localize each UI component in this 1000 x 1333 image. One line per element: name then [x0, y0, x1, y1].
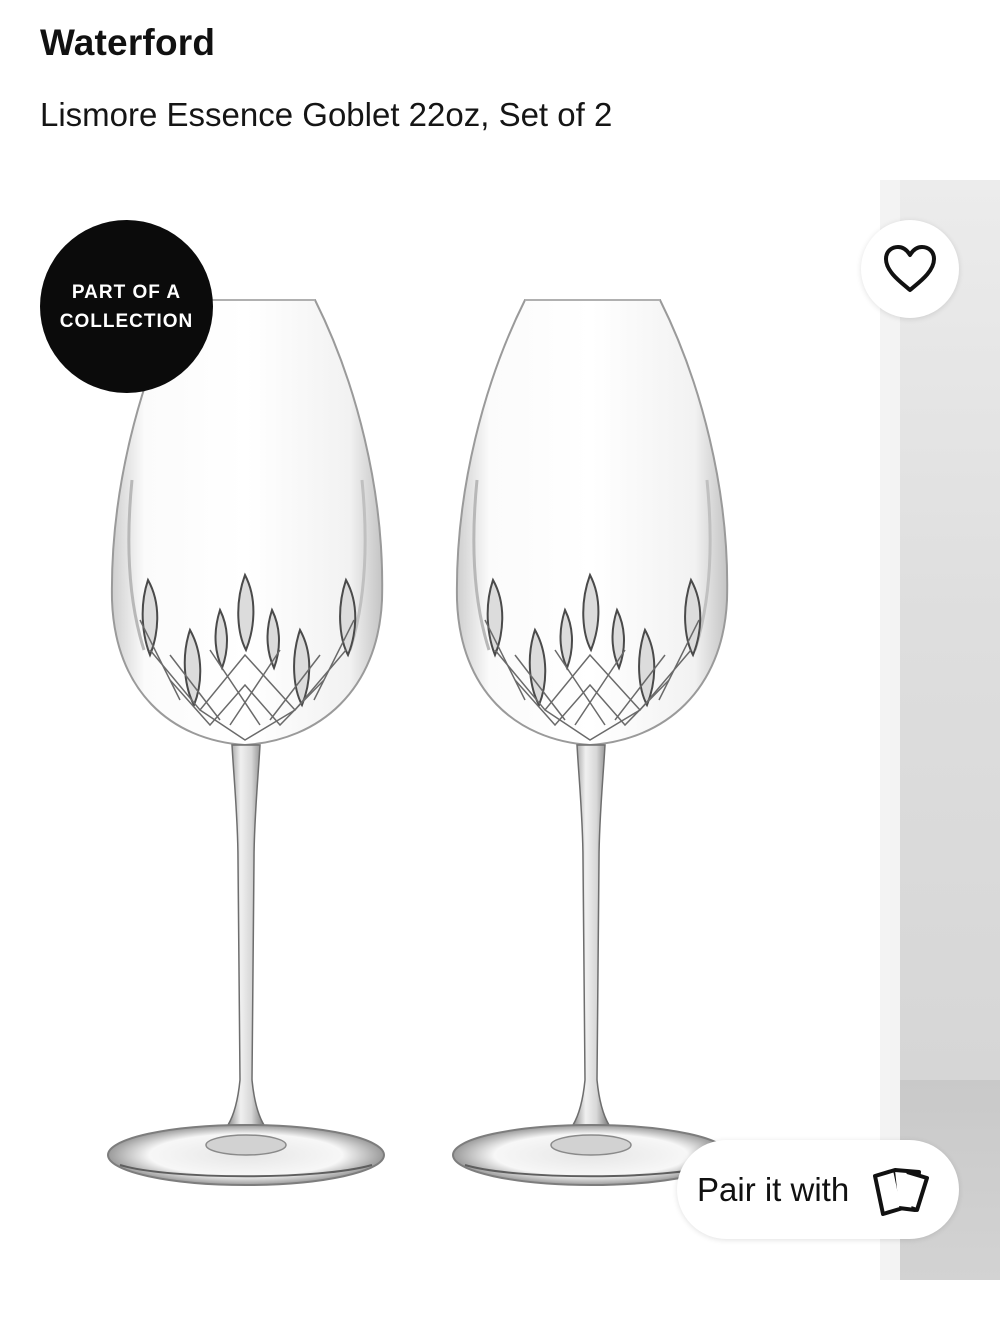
wishlist-button[interactable] [861, 220, 959, 318]
product-title: Lismore Essence Goblet 22oz, Set of 2 [40, 96, 613, 133]
badge-line-2: COLLECTION [59, 310, 194, 332]
image-divider [880, 180, 900, 1280]
heart-outline-icon [884, 245, 936, 292]
next-product-image-peek[interactable] [880, 180, 1000, 1280]
pair-it-with-label: Pair it with [697, 1170, 850, 1208]
collection-badge: PART OF A COLLECTION [40, 220, 213, 393]
brand-name[interactable]: Waterford [40, 22, 215, 64]
badge-line-1: PART OF A [71, 281, 182, 303]
cards-icon [869, 1164, 931, 1216]
pair-it-with-button[interactable]: Pair it with [677, 1140, 959, 1239]
